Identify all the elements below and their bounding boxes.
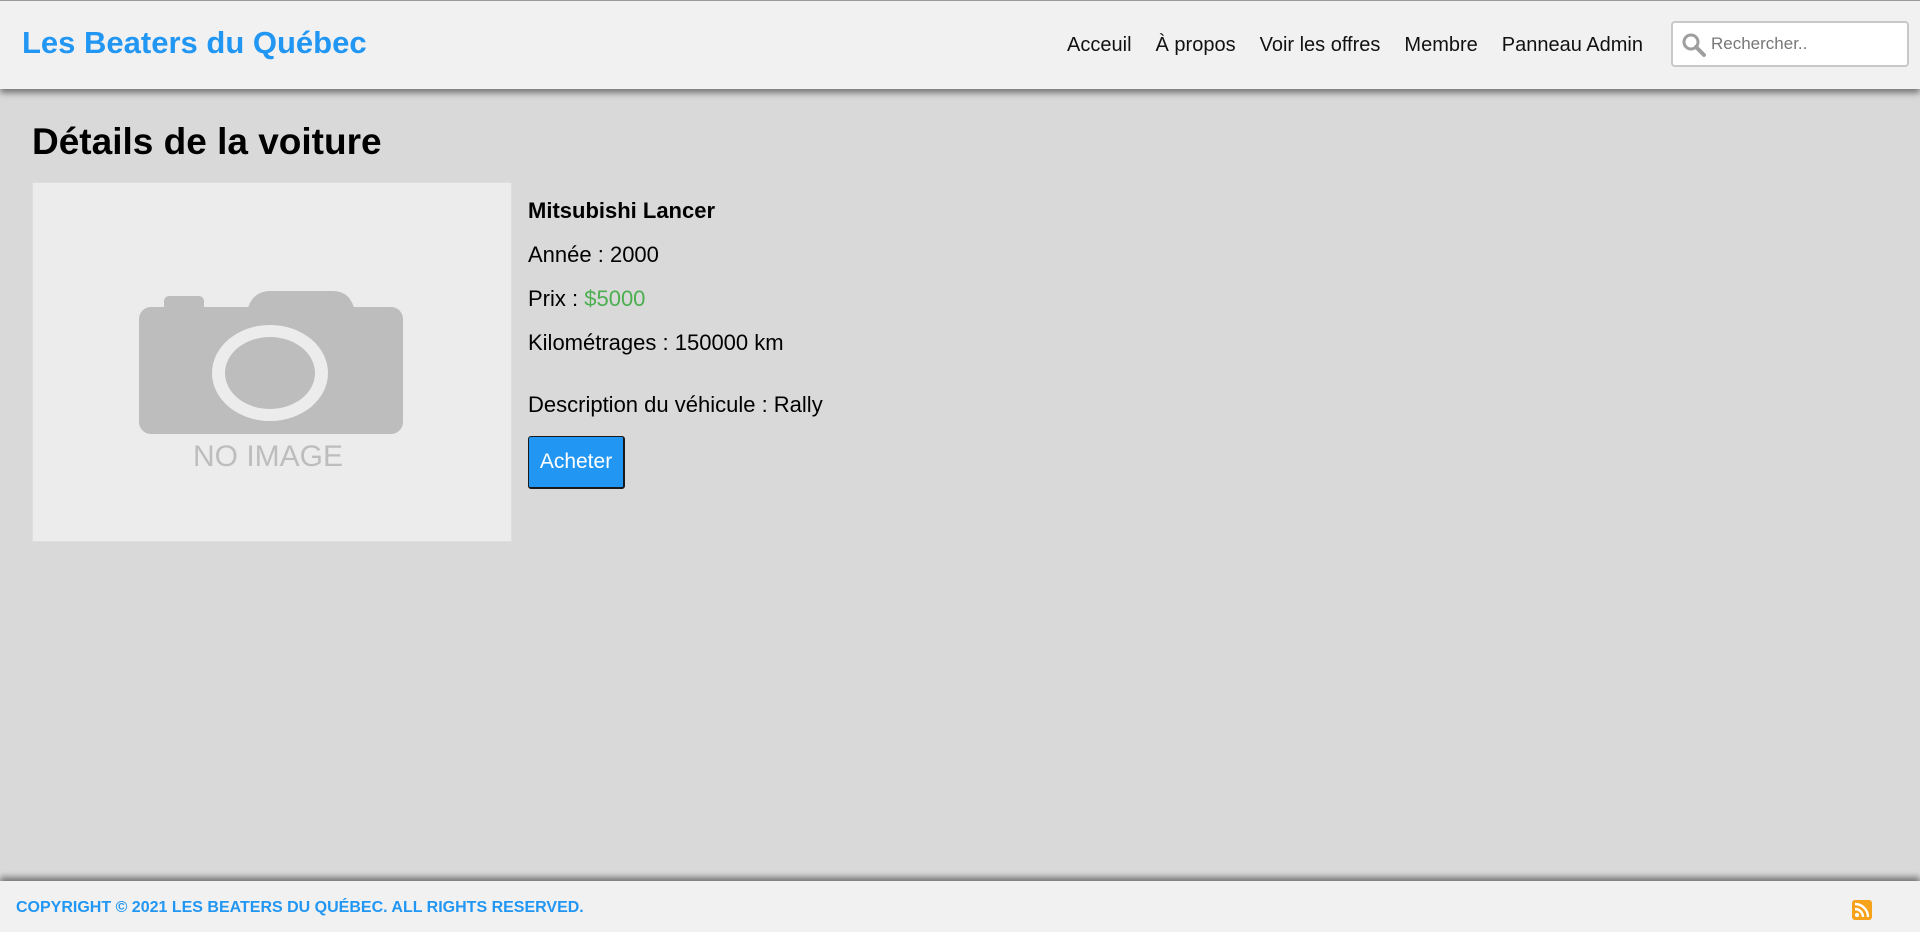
car-year-value: 2000 <box>609 242 659 267</box>
car-year-label: Année : <box>528 242 610 267</box>
search-box <box>1671 21 1909 67</box>
no-image-text: NO IMAGE <box>193 440 343 473</box>
no-image-camera-icon: NO IMAGE <box>139 291 403 473</box>
car-mileage-value: 150000 km <box>674 330 784 355</box>
car-description-row: Description du véhicule : Rally <box>528 390 823 420</box>
nav-item-voir-les-offres[interactable]: Voir les offres <box>1248 31 1393 59</box>
car-price-label: Prix : <box>528 286 585 311</box>
site-logo[interactable]: Les Beaters du Québec <box>22 23 367 63</box>
car-name: Mitsubishi Lancer <box>528 198 716 223</box>
car-photo-placeholder: NO IMAGE <box>32 182 512 542</box>
car-mileage-row: Kilométrages : 150000 km <box>528 328 784 358</box>
site-footer: COPYRIGHT © 2021 LES BEATERS DU QUÉBEC. … <box>0 881 1920 932</box>
main-nav: Acceuil À propos Voir les offres Membre … <box>1055 31 1655 59</box>
car-price-value: $5000 <box>584 286 646 311</box>
car-description-label: Description du véhicule : <box>528 392 774 417</box>
search-icon <box>1682 33 1706 57</box>
car-year-row: Année : 2000 <box>528 240 659 270</box>
car-description-value: Rally <box>773 392 823 417</box>
car-price-row: Prix : $5000 <box>528 284 645 314</box>
nav-item-panneau-admin[interactable]: Panneau Admin <box>1490 31 1655 59</box>
nav-item-a-propos[interactable]: À propos <box>1144 31 1248 59</box>
copyright-text: COPYRIGHT © 2021 LES BEATERS DU QUÉBEC. … <box>16 899 584 916</box>
rss-icon[interactable] <box>1852 900 1872 920</box>
site-header: Les Beaters du Québec Acceuil À propos V… <box>0 0 1920 89</box>
car-mileage-label: Kilométrages : <box>528 330 675 355</box>
nav-item-acceuil[interactable]: Acceuil <box>1055 31 1143 59</box>
search-input[interactable] <box>1711 23 1901 65</box>
nav-item-membre[interactable]: Membre <box>1392 31 1489 59</box>
page-title: Détails de la voiture <box>32 121 382 162</box>
buy-button[interactable]: Acheter <box>528 436 625 489</box>
